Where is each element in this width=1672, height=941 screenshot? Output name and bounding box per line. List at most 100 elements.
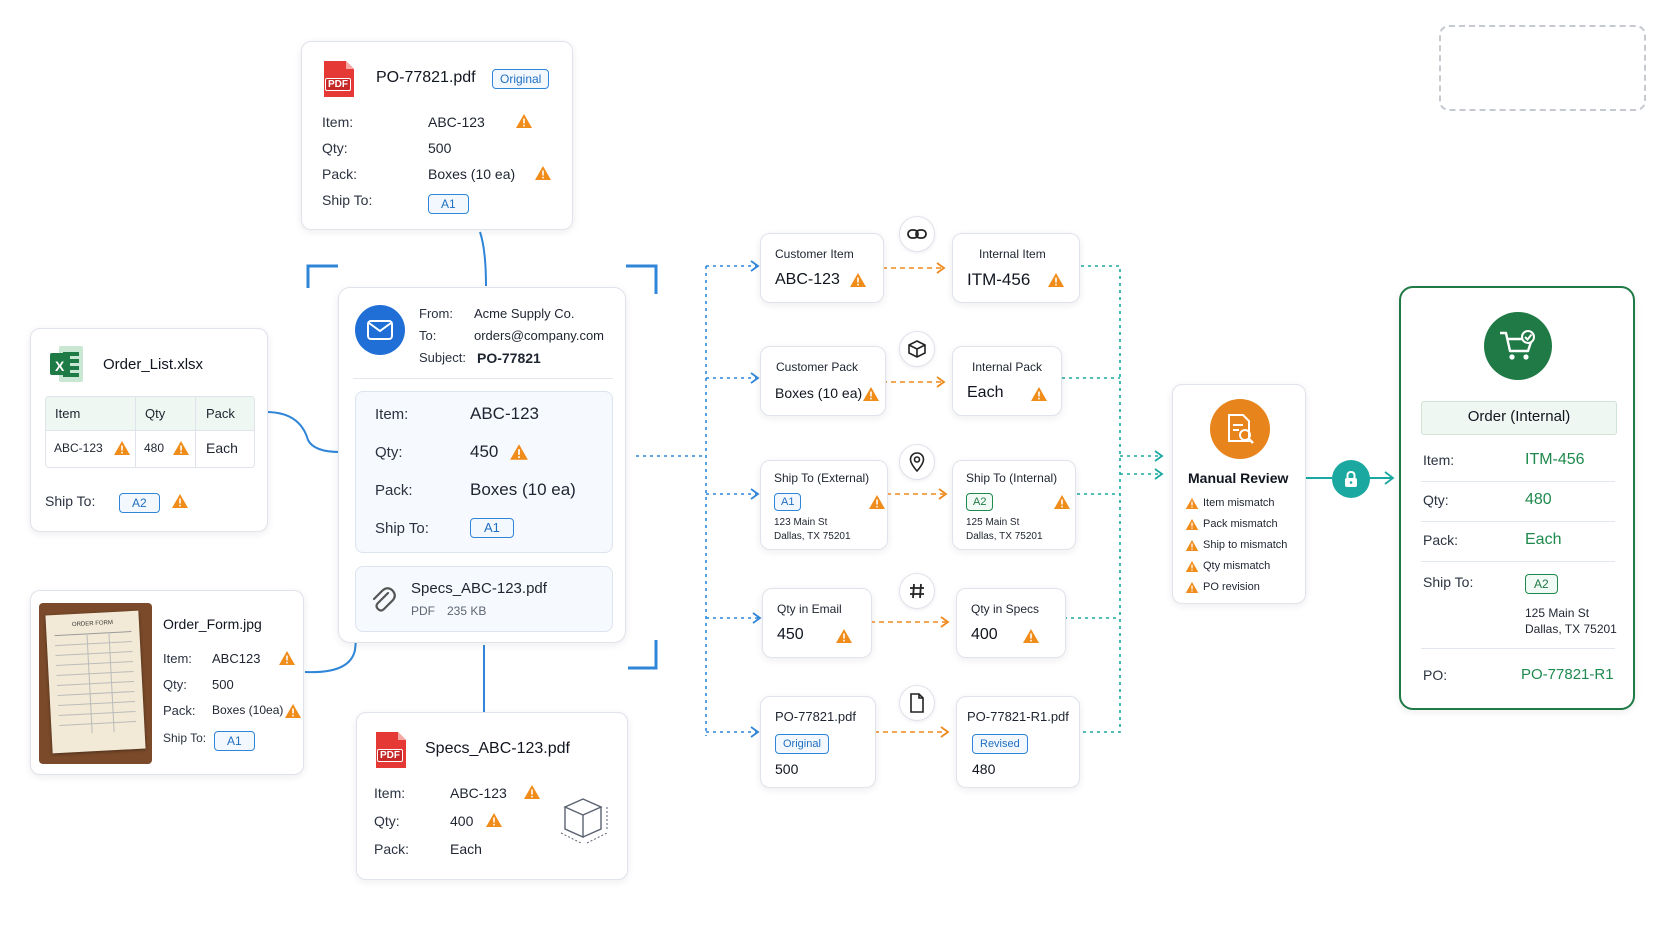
email-from-label: From: [419, 306, 453, 321]
warning-icon [524, 785, 540, 799]
warning-icon [535, 166, 551, 180]
warning-icon [1023, 629, 1039, 643]
warning-icon [114, 441, 130, 455]
location-pin-icon [899, 444, 935, 480]
qty-email-value: 450 [777, 626, 804, 643]
order-pack-value: Each [1525, 531, 1562, 548]
warning-icon [486, 813, 502, 827]
qty-specs-value: 400 [971, 626, 998, 643]
po-item-value: ABC-123 [428, 114, 485, 130]
specs-qty-value: 400 [450, 813, 474, 829]
warning-icon [1185, 540, 1199, 551]
xlsx-order-list-card[interactable]: X Order_List.xlsx Item Qty Pack ABC-123 … [30, 328, 268, 532]
ship-external-label: Ship To (External) [774, 471, 870, 485]
internal-item-value: ITM-456 [967, 270, 1031, 289]
pdf-file-icon: PDF [374, 730, 408, 770]
empty-drop-zone [1439, 25, 1646, 111]
document-icon [899, 685, 935, 721]
jpg-qty-label: Qty: [163, 677, 187, 692]
qty-in-email-card[interactable]: Qty in Email 450 [762, 588, 872, 658]
xlsx-shipto-chip: A2 [119, 493, 160, 513]
order-item-value: ITM-456 [1525, 451, 1585, 468]
xlsx-header-item: Item [55, 406, 81, 421]
warning-icon [1185, 519, 1199, 530]
warning-icon [516, 114, 532, 128]
email-item-label: Item: [375, 406, 409, 423]
warning-icon [1054, 495, 1070, 509]
email-to-value: orders@company.com [474, 328, 604, 343]
ship-external-chip: A1 [774, 493, 802, 511]
warning-icon [863, 387, 879, 401]
jpg-filename: Order_Form.jpg [163, 616, 262, 632]
email-shipto-chip: A1 [470, 518, 514, 538]
warning-icon [850, 273, 866, 287]
po-document-card[interactable]: PDF PO-77821.pdf Original Item: ABC-123 … [301, 41, 573, 230]
email-qty-label: Qty: [375, 444, 403, 461]
review-item-1: Item mismatch [1203, 497, 1275, 509]
ship-to-external-card[interactable]: Ship To (External) A1 123 Main St Dallas… [760, 460, 888, 550]
jpg-pack-value: Boxes (10ea) [212, 703, 284, 717]
po-revised-card[interactable]: PO-77821-R1.pdf Revised 480 [956, 696, 1080, 788]
paperclip-icon [372, 587, 396, 612]
customer-item-card[interactable]: Customer Item ABC-123 [760, 233, 884, 303]
order-pack-label: Pack: [1423, 532, 1459, 548]
po-item-label: Item: [322, 114, 354, 130]
order-form-thumbnail: ORDER FORM [39, 603, 152, 764]
email-pack-value: Boxes (10 ea) [470, 480, 576, 499]
internal-order-card[interactable]: Order (Internal) Item: ITM-456 Qty: 480 … [1399, 286, 1635, 710]
jpg-shipto-label: Ship To: [163, 731, 207, 745]
po-original-qty: 500 [775, 761, 799, 777]
specs-document-card[interactable]: PDF Specs_ABC-123.pdf Item: ABC-123 Qty:… [356, 712, 628, 880]
attachment-row[interactable]: Specs_ABC-123.pdf PDF 235 KB [355, 566, 613, 632]
qty-email-label: Qty in Email [777, 602, 842, 616]
jpg-item-value: ABC123 [212, 651, 261, 666]
po-original-card[interactable]: PO-77821.pdf Original 500 [760, 696, 876, 788]
email-item-value: ABC-123 [470, 404, 539, 423]
order-qty-label: Qty: [1423, 492, 1449, 508]
review-document-icon [1210, 399, 1270, 459]
xlsx-cell-item: ABC-123 [54, 441, 103, 455]
lock-icon [1332, 460, 1370, 498]
order-title: Order (Internal) [1467, 408, 1571, 425]
po-revised-chip: Revised [972, 734, 1028, 754]
order-po-label: PO: [1423, 667, 1448, 683]
ship-internal-addr1: 125 Main St [966, 517, 1020, 528]
po-filename: PO-77821.pdf [376, 69, 476, 86]
review-item-2: Pack mismatch [1203, 518, 1278, 530]
ship-to-internal-card[interactable]: Ship To (Internal) A2 125 Main St Dallas… [952, 460, 1076, 550]
warning-icon [1185, 582, 1199, 593]
internal-item-card[interactable]: Internal Item ITM-456 [952, 233, 1080, 303]
po-original-chip: Original [775, 734, 829, 754]
ship-internal-chip: A2 [966, 493, 994, 511]
po-pack-label: Pack: [322, 166, 358, 182]
order-shipto-label: Ship To: [1423, 574, 1474, 590]
package-dimensions-icon [560, 798, 608, 844]
pdf-icon-label: PDF [325, 78, 351, 91]
thumbnail-title: ORDER FORM [71, 620, 114, 629]
jpg-order-form-card[interactable]: ORDER FORM Order_Form.jpg Item: ABC123 Q… [30, 590, 304, 775]
po-original-filename: PO-77821.pdf [775, 709, 856, 724]
customer-pack-card[interactable]: Customer Pack Boxes (10 ea) [760, 346, 886, 416]
internal-pack-card[interactable]: Internal Pack Each [952, 346, 1062, 416]
pdf-icon-label: PDF [377, 749, 403, 762]
email-fields-panel: Item: ABC-123 Qty: 450 Pack: Boxes (10 e… [355, 391, 613, 553]
qty-in-specs-card[interactable]: Qty in Specs 400 [956, 588, 1066, 658]
email-from-value: Acme Supply Co. [474, 306, 575, 321]
po-shipto-label: Ship To: [322, 192, 373, 208]
order-qty-value: 480 [1525, 491, 1552, 508]
ship-internal-label: Ship To (Internal) [966, 471, 1058, 485]
warning-icon [279, 651, 295, 665]
email-card[interactable]: From: Acme Supply Co. To: orders@company… [338, 287, 626, 643]
jpg-shipto-chip: A1 [214, 731, 255, 751]
customer-pack-value: Boxes (10 ea) [775, 385, 863, 401]
review-item-3: Ship to mismatch [1203, 539, 1288, 551]
email-subject-value: PO-77821 [477, 350, 541, 366]
manual-review-card[interactable]: Manual Review Item mismatch Pack mismatc… [1172, 384, 1306, 604]
jpg-qty-value: 500 [212, 677, 234, 692]
specs-item-value: ABC-123 [450, 785, 507, 801]
warning-icon [869, 495, 885, 509]
jpg-item-label: Item: [163, 651, 192, 666]
xlsx-cell-qty: 480 [144, 441, 165, 455]
email-shipto-label: Ship To: [375, 520, 429, 537]
pdf-file-icon: PDF [322, 59, 356, 99]
